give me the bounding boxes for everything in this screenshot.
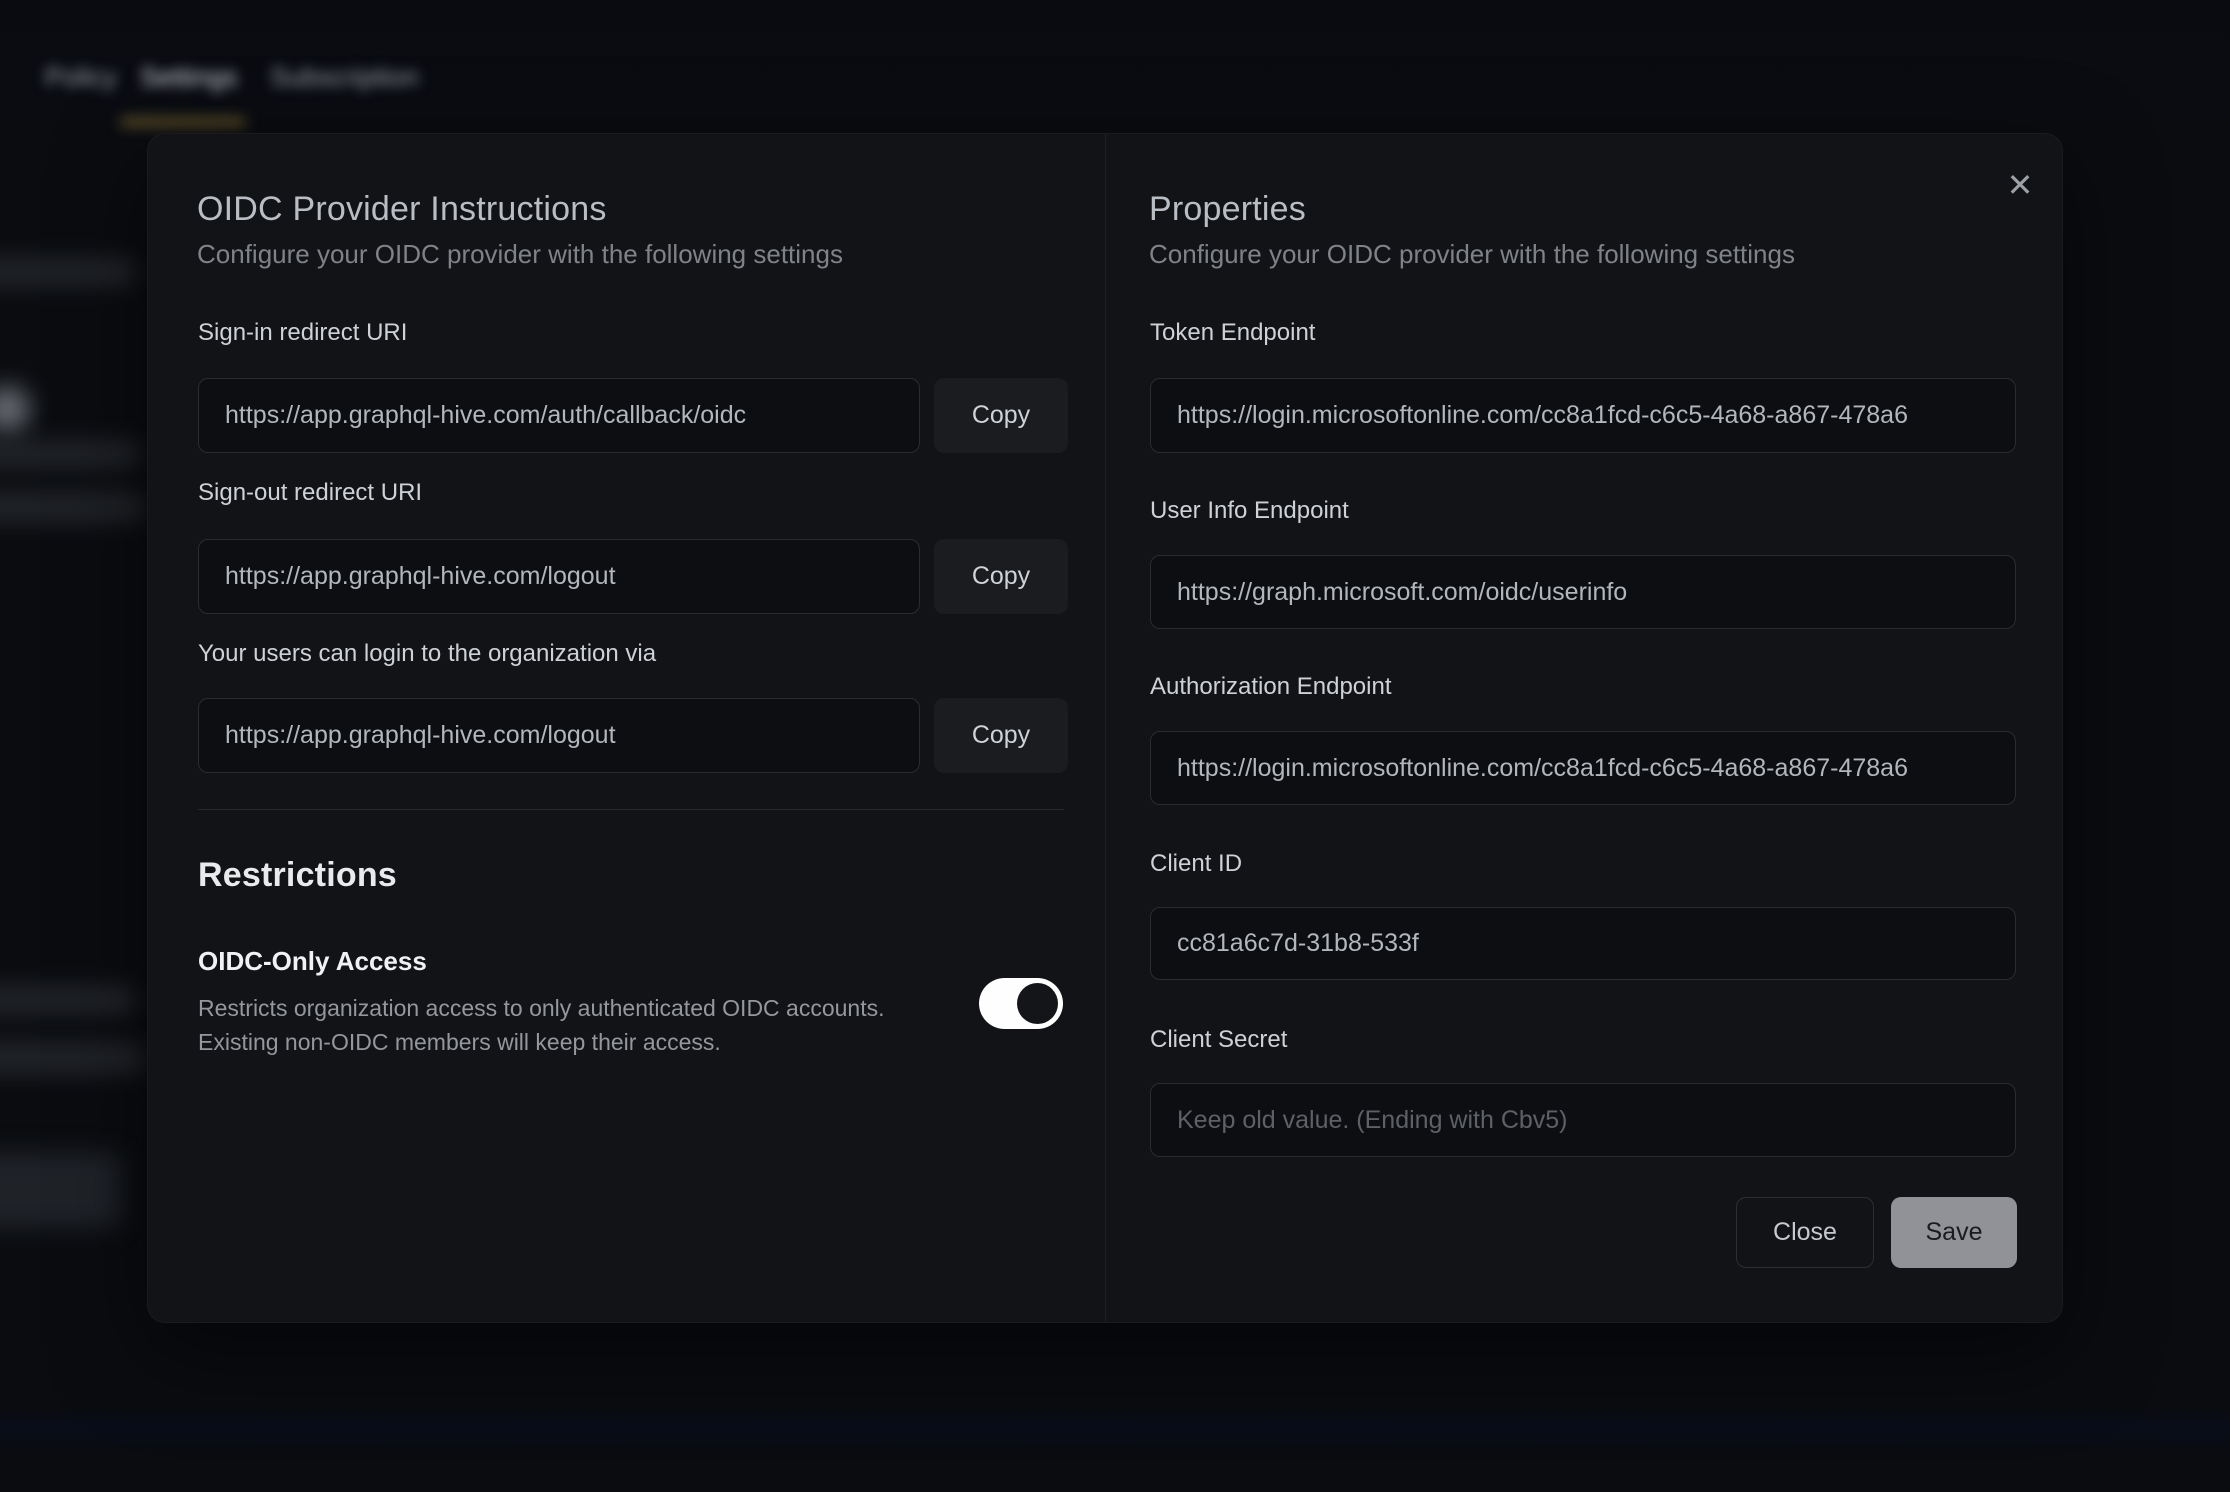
authorization-endpoint-input[interactable]: https://login.microsoftonline.com/cc8a1f… [1150,731,2016,805]
oidc-settings-dialog: OIDC Provider Instructions Configure you… [147,133,2063,1323]
instructions-subtitle: Configure your OIDC provider with the fo… [197,239,843,270]
blurred-text-fragment [0,1040,145,1076]
dialog-close-button[interactable]: ✕ [1996,161,2044,209]
blurred-badge-fragment [0,386,30,432]
token-endpoint-input[interactable]: https://login.microsoftonline.com/cc8a1f… [1150,378,2016,453]
token-endpoint-value: https://login.microsoftonline.com/cc8a1f… [1177,401,1908,430]
client-id-label: Client ID [1150,850,1242,878]
oidc-only-access-description: Restricts organization access to only au… [198,991,885,1059]
active-tab-underline [120,118,246,126]
save-button[interactable]: Save [1891,1197,2017,1268]
section-divider [198,809,1064,810]
close-icon: ✕ [2007,166,2034,204]
copy-login-via-button[interactable]: Copy [934,698,1068,773]
blurred-button-fragment [0,1152,122,1228]
user-info-endpoint-label: User Info Endpoint [1150,497,1349,525]
authorization-endpoint-label: Authorization Endpoint [1150,673,1392,701]
properties-title: Properties [1149,190,1306,229]
column-divider [1105,134,1106,1322]
client-secret-label: Client Secret [1150,1026,1287,1054]
client-secret-input[interactable] [1150,1083,2016,1157]
sign-in-redirect-value: https://app.graphql-hive.com/auth/callba… [225,401,746,430]
client-id-value: cc81a6c7d-31b8-533f [1177,929,1419,958]
sign-out-redirect-label: Sign-out redirect URI [198,479,422,507]
oidc-only-access-label: OIDC-Only Access [198,946,427,977]
description-line-1: Restricts organization access to only au… [198,991,885,1025]
app-root: Policy Settings Subscription OIDC Provid… [0,0,2230,1492]
properties-subtitle: Configure your OIDC provider with the fo… [1149,239,1795,270]
blurred-text-fragment [0,256,136,288]
oidc-only-access-toggle[interactable] [979,978,1063,1029]
tab-settings: Settings [140,62,238,102]
instructions-title: OIDC Provider Instructions [197,190,607,229]
login-via-value: https://app.graphql-hive.com/logout [225,721,616,750]
restrictions-heading: Restrictions [198,856,397,895]
authorization-endpoint-value: https://login.microsoftonline.com/cc8a1f… [1177,754,1908,783]
toggle-thumb [1017,983,1058,1024]
copy-sign-in-button[interactable]: Copy [934,378,1068,453]
sign-in-redirect-input[interactable]: https://app.graphql-hive.com/auth/callba… [198,378,920,453]
background-footer-band [0,1408,2230,1454]
close-button[interactable]: Close [1736,1197,1874,1268]
blurred-text-fragment [0,490,145,524]
description-line-2: Existing non-OIDC members will keep thei… [198,1025,885,1059]
sign-out-redirect-input[interactable]: https://app.graphql-hive.com/logout [198,539,920,614]
user-info-endpoint-value: https://graph.microsoft.com/oidc/userinf… [1177,578,1627,607]
user-info-endpoint-input[interactable]: https://graph.microsoft.com/oidc/userinf… [1150,555,2016,629]
copy-sign-out-button[interactable]: Copy [934,539,1068,614]
tab-subscription: Subscription [270,62,419,102]
blurred-text-fragment [0,984,136,1016]
sign-out-redirect-value: https://app.graphql-hive.com/logout [225,562,616,591]
tab-policy: Policy [45,62,117,102]
login-via-label: Your users can login to the organization… [198,640,656,668]
login-via-input[interactable]: https://app.graphql-hive.com/logout [198,698,920,773]
sign-in-redirect-label: Sign-in redirect URI [198,319,407,347]
token-endpoint-label: Token Endpoint [1150,319,1315,347]
blurred-text-fragment [0,438,140,470]
client-id-input[interactable]: cc81a6c7d-31b8-533f [1150,907,2016,980]
